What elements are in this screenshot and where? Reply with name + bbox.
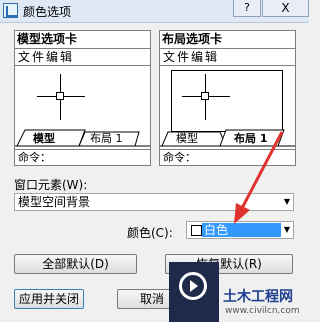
watermark-url: www.civilcn.com <box>225 306 300 316</box>
watermark-title: 土木工程网 <box>223 289 293 305</box>
watermark: 土木工程网 www.civilcn.com <box>169 262 309 322</box>
play-logo-icon <box>179 272 207 300</box>
watermark-badge <box>169 262 219 322</box>
